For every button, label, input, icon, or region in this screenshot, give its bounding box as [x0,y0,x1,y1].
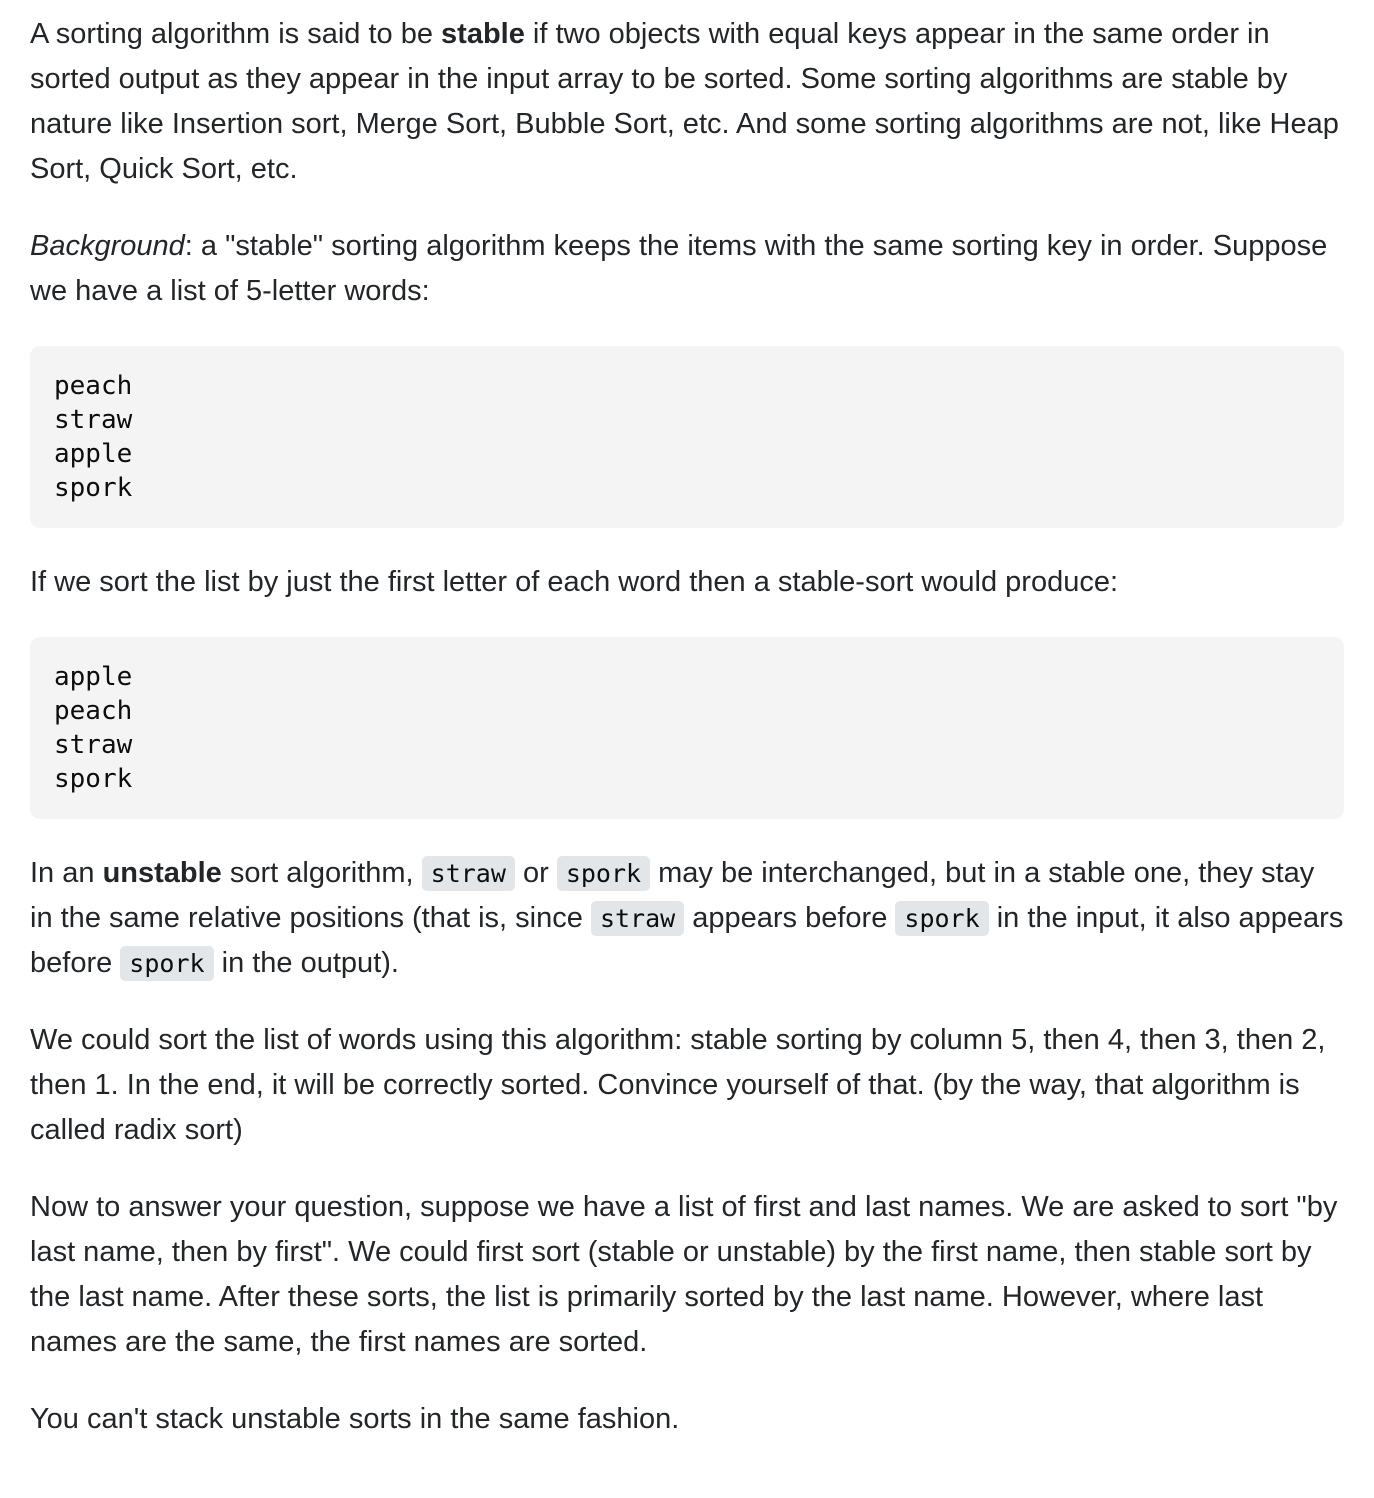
answer-body: A sorting algorithm is said to be stable… [30,12,1344,1474]
text: sort algorithm, [221,857,422,889]
code-block-input-words: peach straw apple spork [30,346,1344,528]
code-line: spork [54,473,133,503]
inline-code-spork: spork [895,901,989,936]
paragraph-stable-definition: A sorting algorithm is said to be stable… [30,12,1344,192]
text: : a "stable" sorting algorithm keeps the… [30,230,1328,307]
text: appears before [684,902,896,934]
paragraph-conclusion: You can't stack unstable sorts in the sa… [30,1397,1344,1442]
code-line: peach [54,371,133,401]
text: We could sort the list of words using th… [30,1024,1326,1146]
code-line: straw [54,405,133,435]
text: You can't stack unstable sorts in the sa… [30,1403,680,1435]
paragraph-names-example: Now to answer your question, suppose we … [30,1185,1344,1365]
code-block-sorted-words: apple peach straw spork [30,637,1344,819]
text: In an [30,857,103,889]
text: If we sort the list by just the first le… [30,566,1119,598]
bold-term-unstable: unstable [102,857,222,889]
text: in the output). [213,947,399,979]
paragraph-first-letter-sort: If we sort the list by just the first le… [30,560,1344,605]
paragraph-radix-sort: We could sort the list of words using th… [30,1018,1344,1153]
text: or [514,857,557,889]
code-line: apple [54,439,133,469]
paragraph-unstable-explanation: In an unstable sort algorithm, straw or … [30,851,1344,986]
paragraph-background: Background: a "stable" sorting algorithm… [30,224,1344,314]
inline-code-straw: straw [590,901,685,936]
text: A sorting algorithm is said to be [30,18,442,50]
inline-code-straw: straw [421,856,515,891]
inline-code-spork: spork [120,946,214,981]
italic-term-background: Background [30,230,185,262]
text: Now to answer your question, suppose we … [30,1191,1338,1358]
code-line: apple [54,662,133,692]
code-line: spork [54,764,133,794]
code-line: peach [54,696,133,726]
code-line: straw [54,730,133,760]
bold-term-stable: stable [441,18,525,50]
inline-code-spork: spork [556,856,651,891]
